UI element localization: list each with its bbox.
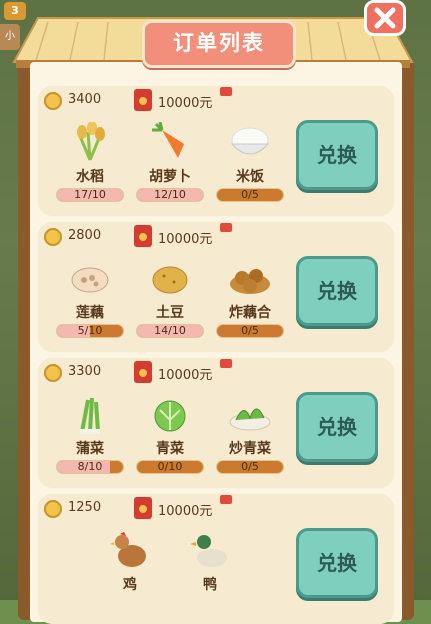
chicken-icon [110,532,146,567]
potato-icon [152,266,188,294]
fried-lotus-box-icon [230,269,270,294]
bonus-tag-icon [220,359,232,368]
item-name: 胡萝卜 [149,169,191,185]
lotus-root-icon [71,267,109,293]
order-item: 土豆 14/10 [134,254,206,350]
coin-icon [44,228,62,246]
progress-text: 0/10 [157,460,183,473]
progress-bar: 0/5 [216,188,284,202]
progress-bar: 5/10 [56,324,124,338]
order-card: 3400 10000元 水稻 17/10 胡萝卜 12/10 米饭 0/5 兑换 [38,86,394,216]
item-name: 炸藕合 [229,305,271,321]
order-card: 3300 10000元 蒲菜 8/10 青菜 0/10 炒青菜 0/5 兑换 [38,358,394,488]
coin-reward: 3400 [68,92,102,107]
coin-reward: 1250 [68,500,102,515]
carrot-icon [152,122,184,158]
item-name: 鸡 [123,577,137,593]
progress-bar: 8/10 [56,460,124,474]
item-name: 土豆 [156,305,184,321]
order-item: 水稻 17/10 [54,118,126,214]
close-icon [374,7,396,29]
order-item: 鸡 [94,526,166,622]
red-envelope-icon [134,89,152,111]
coin-reward: 3300 [68,364,102,379]
cattail-shoot-icon [80,397,100,434]
progress-bar: 0/5 [216,324,284,338]
order-card: 1250 10000元 鸡 鸭 兑换 [38,494,394,624]
progress-text: 12/10 [154,188,186,201]
coin-reward: 2800 [68,228,102,243]
page-title: 订单列表 [142,20,296,68]
coin-icon [44,364,62,382]
progress-text: 17/10 [74,188,106,201]
item-name: 炒青菜 [229,441,271,457]
coin-icon [44,500,62,518]
rice-bowl-icon [230,127,270,155]
progress-text: 8/10 [77,460,103,473]
order-item: 胡萝卜 12/10 [134,118,206,214]
exchange-button[interactable]: 兑换 [296,256,378,326]
red-envelope-icon [134,361,152,383]
bonus-tag-icon [220,87,232,96]
order-item: 鸭 [174,526,246,622]
order-item: 青菜 0/10 [134,390,206,486]
item-name: 水稻 [76,169,104,185]
bonus-tag-icon [220,495,232,504]
progress-text: 5/10 [77,324,103,337]
order-item: 炒青菜 0/5 [214,390,286,486]
item-name: 鸭 [203,577,217,593]
progress-bar: 0/10 [136,460,204,474]
progress-text: 0/5 [241,460,259,473]
order-item: 蒲菜 8/10 [54,390,126,486]
cash-reward: 10000元 [158,504,213,519]
order-item: 米饭 0/5 [214,118,286,214]
progress-bar: 14/10 [136,324,204,338]
order-card: 2800 10000元 莲藕 5/10 土豆 14/10 炸藕合 0/5 兑换 [38,222,394,352]
exchange-button[interactable]: 兑换 [296,392,378,462]
stir-fried-greens-icon [229,408,271,431]
red-envelope-icon [134,497,152,519]
exchange-button[interactable]: 兑换 [296,528,378,598]
greens-icon [154,400,186,432]
close-button[interactable] [364,0,406,36]
progress-text: 0/5 [241,324,259,337]
exchange-button[interactable]: 兑换 [296,120,378,190]
progress-text: 14/10 [154,324,186,337]
coin-icon [44,92,62,110]
order-item: 炸藕合 0/5 [214,254,286,350]
item-name: 蒲菜 [76,441,104,457]
item-name: 青菜 [156,441,184,457]
bonus-tag-icon [220,223,232,232]
progress-bar: 0/5 [216,460,284,474]
duck-icon [190,535,227,567]
cash-reward: 10000元 [158,232,213,247]
order-item: 莲藕 5/10 [54,254,126,350]
rice-plant-icon [77,122,105,161]
cash-reward: 10000元 [158,96,213,111]
progress-bar: 17/10 [56,188,124,202]
item-name: 莲藕 [76,305,104,321]
progress-bar: 12/10 [136,188,204,202]
red-envelope-icon [134,225,152,247]
cash-reward: 10000元 [158,368,213,383]
progress-text: 0/5 [241,188,259,201]
item-name: 米饭 [236,169,264,185]
